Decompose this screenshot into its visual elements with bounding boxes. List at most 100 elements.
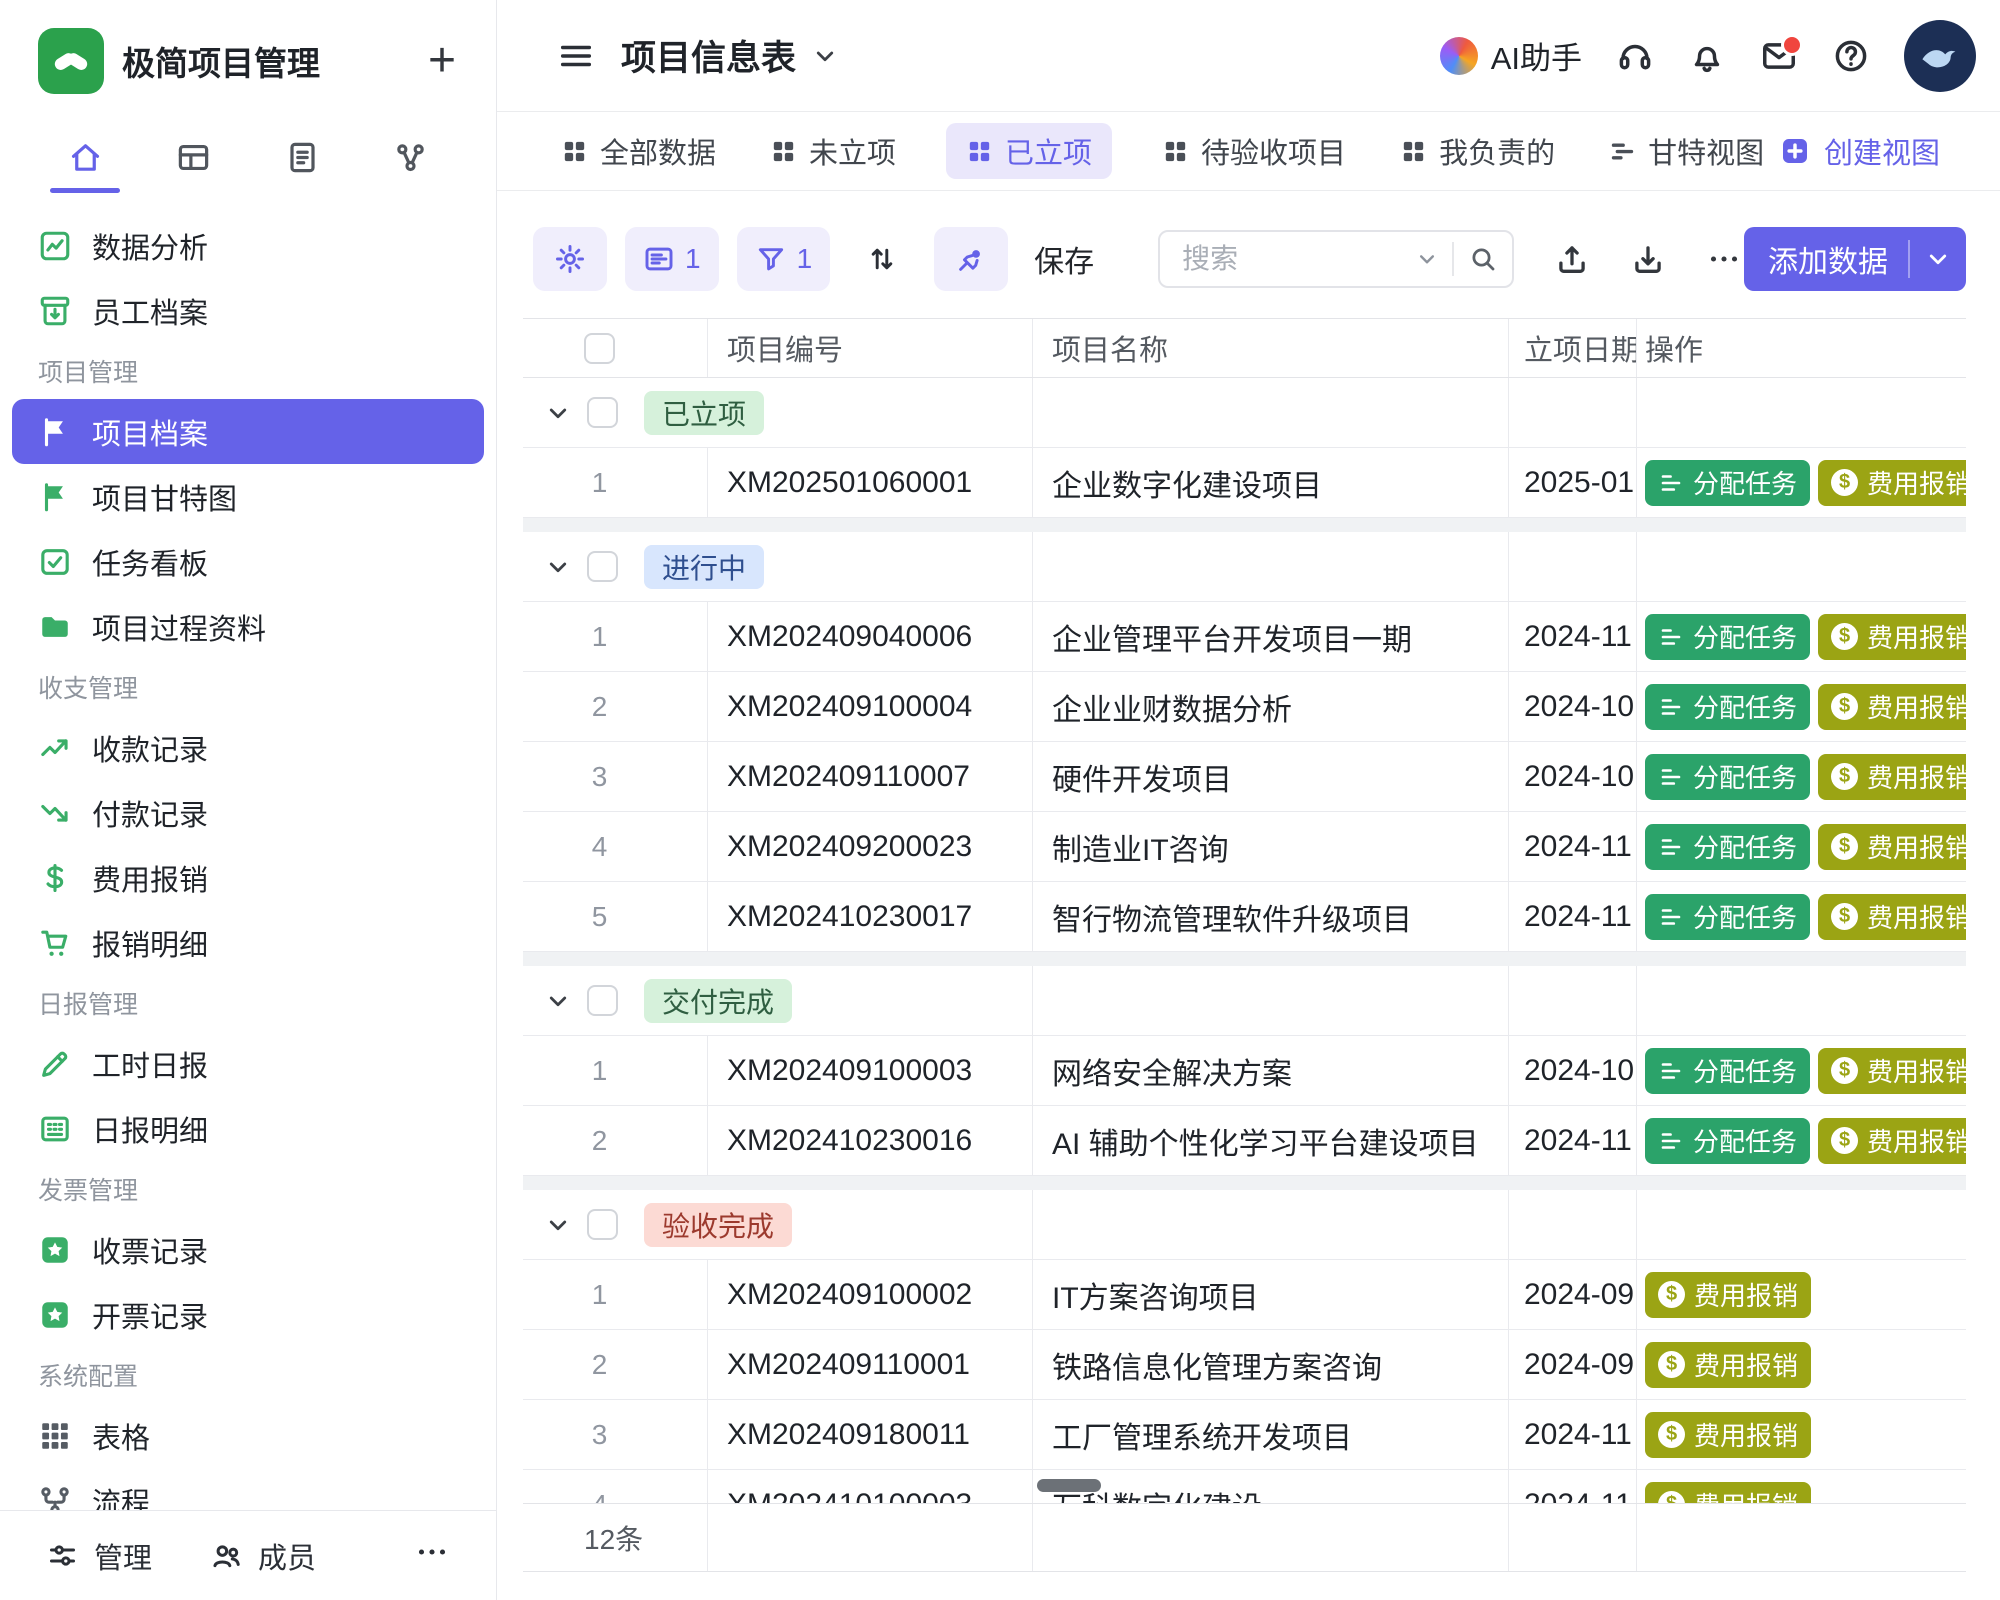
search-scope-chevron-icon[interactable] bbox=[1414, 246, 1440, 272]
sidebar-item-task-board[interactable]: 任务看板 bbox=[12, 529, 484, 594]
group-status-badge: 交付完成 bbox=[644, 979, 792, 1023]
group-checkbox[interactable] bbox=[587, 551, 618, 582]
user-avatar[interactable] bbox=[1904, 20, 1976, 92]
group-empty-cell bbox=[1637, 532, 1966, 601]
sidebar-item-project-gantt[interactable]: 项目甘特图 bbox=[12, 464, 484, 529]
members-button[interactable]: 成员 bbox=[210, 1535, 316, 1577]
sidebar-item-data-analysis[interactable]: 数据分析 bbox=[12, 213, 484, 278]
expense-claim-button[interactable]: $费用报销 bbox=[1818, 894, 1966, 940]
select-all-checkbox[interactable] bbox=[584, 333, 615, 364]
expense-claim-button[interactable]: $费用报销 bbox=[1645, 1412, 1811, 1458]
import-upload-icon[interactable] bbox=[1554, 241, 1590, 277]
sidebar-tab-workflow[interactable] bbox=[368, 121, 454, 193]
assign-task-button[interactable]: 分配任务 bbox=[1645, 754, 1810, 800]
chevron-down-icon[interactable] bbox=[543, 398, 573, 428]
assign-task-button[interactable]: 分配任务 bbox=[1645, 460, 1810, 506]
sidebar-item-claim-details[interactable]: 报销明细 bbox=[12, 910, 484, 975]
expense-claim-button[interactable]: $费用报销 bbox=[1818, 824, 1966, 870]
sidebar-item-expense-claims[interactable]: 费用报销 bbox=[12, 845, 484, 910]
field-config-button[interactable]: 1 bbox=[625, 227, 719, 291]
group-checkbox[interactable] bbox=[587, 985, 618, 1016]
search-input[interactable] bbox=[1182, 243, 1414, 275]
group-empty-cell bbox=[1509, 1190, 1637, 1259]
hamburger-menu-icon[interactable] bbox=[557, 37, 595, 75]
chevron-down-icon[interactable] bbox=[543, 552, 573, 582]
export-download-icon[interactable] bbox=[1630, 241, 1666, 277]
view-tab-my-projects[interactable]: 我负责的 bbox=[1396, 123, 1559, 179]
table-row: 1XM202409040006企业管理平台开发项目一期2024-11分配任务$费… bbox=[523, 602, 1966, 672]
project-code-cell: XM202410100003 bbox=[708, 1470, 1033, 1503]
group-checkbox[interactable] bbox=[587, 1209, 618, 1240]
view-tab-established[interactable]: 已立项 bbox=[946, 123, 1112, 179]
sidebar-tab-docs[interactable] bbox=[259, 121, 345, 193]
sidebar-tab-home[interactable] bbox=[42, 121, 128, 193]
action-button-label: 费用报销 bbox=[1694, 1486, 1798, 1503]
expense-claim-button[interactable]: $费用报销 bbox=[1645, 1482, 1811, 1504]
expense-claim-button[interactable]: $费用报销 bbox=[1818, 754, 1966, 800]
add-data-button[interactable]: 添加数据 bbox=[1744, 227, 1966, 291]
pin-button[interactable] bbox=[934, 227, 1008, 291]
expense-claim-button[interactable]: $费用报销 bbox=[1645, 1342, 1811, 1388]
expense-claim-button[interactable]: $费用报销 bbox=[1818, 1048, 1966, 1094]
sidebar-item-project-archive[interactable]: 项目档案 bbox=[12, 399, 484, 464]
expense-claim-button[interactable]: $费用报销 bbox=[1818, 460, 1966, 506]
sidebar-item-employee-files[interactable]: 员工档案 bbox=[12, 278, 484, 343]
table-row: 3XM202409180011工厂管理系统开发项目2024-11$费用报销 bbox=[523, 1400, 1966, 1470]
sort-arrows-icon bbox=[866, 243, 898, 275]
chevron-down-icon[interactable] bbox=[543, 986, 573, 1016]
expense-claim-button[interactable]: $费用报销 bbox=[1818, 684, 1966, 730]
sidebar-item-tables[interactable]: 表格 bbox=[12, 1403, 484, 1468]
sidebar-item-project-process-docs[interactable]: 项目过程资料 bbox=[12, 594, 484, 659]
notifications-bell-icon[interactable] bbox=[1688, 37, 1726, 75]
view-tab-gantt[interactable]: 甘特视图 bbox=[1605, 123, 1768, 179]
view-tab-all-data[interactable]: 全部数据 bbox=[557, 123, 720, 179]
support-headset-icon[interactable] bbox=[1616, 37, 1654, 75]
add-data-dropdown-icon[interactable] bbox=[1923, 244, 1953, 274]
sidebar-item-workflows[interactable]: 流程 bbox=[12, 1468, 484, 1510]
row-actions-cell: $费用报销 bbox=[1637, 1330, 1966, 1399]
help-icon[interactable] bbox=[1832, 37, 1870, 75]
horizontal-scrollbar-thumb[interactable] bbox=[1037, 1479, 1101, 1492]
sidebar-item-invoice-issued[interactable]: 开票记录 bbox=[12, 1282, 484, 1347]
expense-claim-button[interactable]: $费用报销 bbox=[1818, 1118, 1966, 1164]
chevron-down-icon[interactable] bbox=[543, 1210, 573, 1240]
expense-claim-button[interactable]: $费用报销 bbox=[1645, 1272, 1811, 1318]
assign-task-button[interactable]: 分配任务 bbox=[1645, 1118, 1810, 1164]
assign-task-button[interactable]: 分配任务 bbox=[1645, 684, 1810, 730]
toolbar-more-icon[interactable] bbox=[1706, 241, 1742, 277]
view-tab-pending-acceptance[interactable]: 待验收项目 bbox=[1158, 123, 1350, 179]
expense-claim-button[interactable]: $费用报销 bbox=[1818, 614, 1966, 660]
filter-button[interactable]: 1 bbox=[737, 227, 831, 291]
column-header-name[interactable]: 项目名称 bbox=[1033, 319, 1509, 377]
search-box[interactable] bbox=[1158, 230, 1514, 288]
assign-task-button[interactable]: 分配任务 bbox=[1645, 824, 1810, 870]
sidebar-item-daily-report-details[interactable]: 日报明细 bbox=[12, 1096, 484, 1161]
inbox-mail-icon[interactable] bbox=[1760, 37, 1798, 75]
view-settings-button[interactable] bbox=[533, 227, 607, 291]
sidebar-item-invoice-received[interactable]: 收票记录 bbox=[12, 1217, 484, 1282]
assign-task-button[interactable]: 分配任务 bbox=[1645, 1048, 1810, 1094]
ai-assistant-button[interactable]: AI助手 bbox=[1440, 33, 1582, 78]
sidebar-item-payment-records[interactable]: 付款记录 bbox=[12, 780, 484, 845]
group-checkbox[interactable] bbox=[587, 397, 618, 428]
add-workspace-button[interactable]: + bbox=[428, 37, 456, 85]
button-divider bbox=[1908, 240, 1910, 278]
column-header-code[interactable]: 项目编号 bbox=[708, 319, 1033, 377]
sidebar-item-timesheet-daily[interactable]: 工时日报 bbox=[12, 1031, 484, 1096]
column-header-date[interactable]: 立项日期 bbox=[1509, 319, 1637, 377]
create-view-button[interactable]: 创建视图 bbox=[1779, 130, 1940, 172]
assign-task-button[interactable]: 分配任务 bbox=[1645, 894, 1810, 940]
save-view-button[interactable]: 保存 bbox=[1034, 237, 1094, 281]
filter-funnel-icon bbox=[755, 243, 787, 275]
sidebar-more-button[interactable] bbox=[414, 1534, 450, 1578]
search-icon[interactable] bbox=[1468, 244, 1498, 274]
people-icon bbox=[210, 1539, 243, 1572]
sidebar-tab-tables[interactable] bbox=[151, 121, 237, 193]
assign-task-button[interactable]: 分配任务 bbox=[1645, 614, 1810, 660]
sidebar-item-receipt-records[interactable]: 收款记录 bbox=[12, 715, 484, 780]
sort-button[interactable] bbox=[848, 227, 916, 291]
group-empty-cell bbox=[1637, 1190, 1966, 1259]
manage-button[interactable]: 管理 bbox=[46, 1535, 152, 1577]
view-tab-not-established[interactable]: 未立项 bbox=[766, 123, 900, 179]
page-title-dropdown[interactable]: 项目信息表 bbox=[621, 30, 840, 81]
